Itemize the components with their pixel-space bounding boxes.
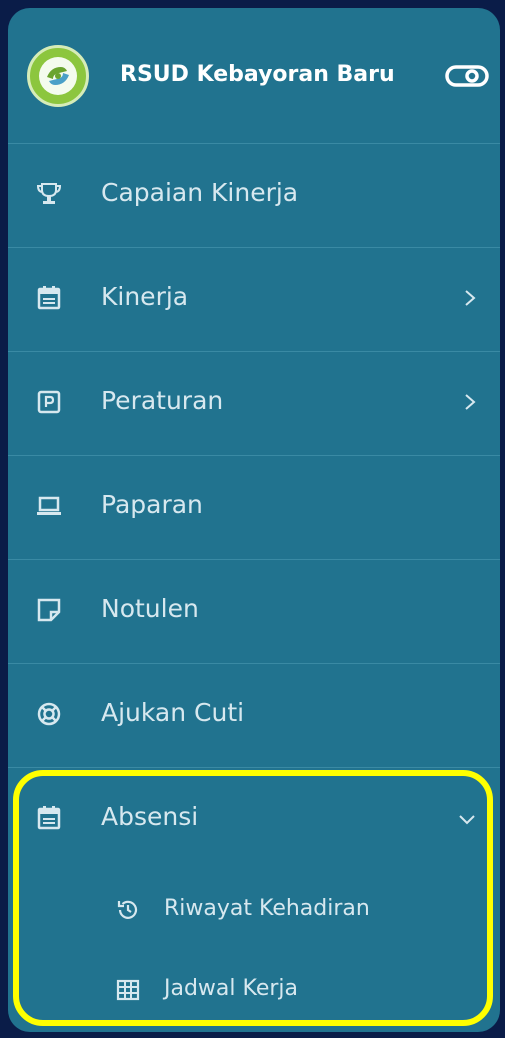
- toggle-icon[interactable]: [445, 65, 489, 87]
- chevron-down-icon: [456, 812, 478, 826]
- grid-icon: [116, 978, 140, 1002]
- trophy-icon: [36, 181, 62, 207]
- laptop-icon: [36, 493, 62, 519]
- menu-item-capaian-kinerja[interactable]: Capaian Kinerja: [8, 144, 500, 248]
- menu-item-paparan[interactable]: Paparan: [8, 456, 500, 560]
- menu-label: Capaian Kinerja: [101, 178, 299, 207]
- menu-label: Notulen: [101, 594, 199, 623]
- chevron-right-icon: [462, 288, 478, 308]
- submenu-item-jadwal-kerja[interactable]: Jadwal Kerja: [8, 956, 500, 1026]
- chevron-right-icon: [462, 392, 478, 412]
- lifebuoy-icon: [36, 701, 62, 727]
- calendar-icon: [36, 285, 62, 311]
- menu-label: Ajukan Cuti: [101, 698, 245, 727]
- submenu-item-riwayat-kehadiran[interactable]: Riwayat Kehadiran: [8, 876, 500, 946]
- parking-sign-icon: [36, 389, 62, 415]
- sidebar: RSUD Kebayoran Baru Capaian Kinerja Kine…: [8, 8, 500, 1032]
- menu-item-ajukan-cuti[interactable]: Ajukan Cuti: [8, 664, 500, 768]
- submenu-label: Jadwal Kerja: [164, 976, 299, 1001]
- history-icon: [116, 898, 140, 922]
- menu-item-peraturan[interactable]: Peraturan: [8, 352, 500, 456]
- submenu-label: Riwayat Kehadiran: [164, 896, 370, 921]
- app-title: RSUD Kebayoran Baru: [120, 62, 395, 87]
- brand-header: RSUD Kebayoran Baru: [8, 8, 500, 144]
- hospital-logo-icon: [27, 45, 89, 107]
- menu-item-absensi[interactable]: Absensi: [8, 768, 500, 871]
- menu-label: Kinerja: [101, 282, 189, 311]
- sticky-note-icon: [36, 597, 62, 623]
- calendar-icon: [36, 805, 62, 831]
- menu-label: Absensi: [101, 802, 199, 831]
- menu-label: Peraturan: [101, 386, 224, 415]
- menu-label: Paparan: [101, 490, 203, 519]
- menu-item-notulen[interactable]: Notulen: [8, 560, 500, 664]
- menu-item-kinerja[interactable]: Kinerja: [8, 248, 500, 352]
